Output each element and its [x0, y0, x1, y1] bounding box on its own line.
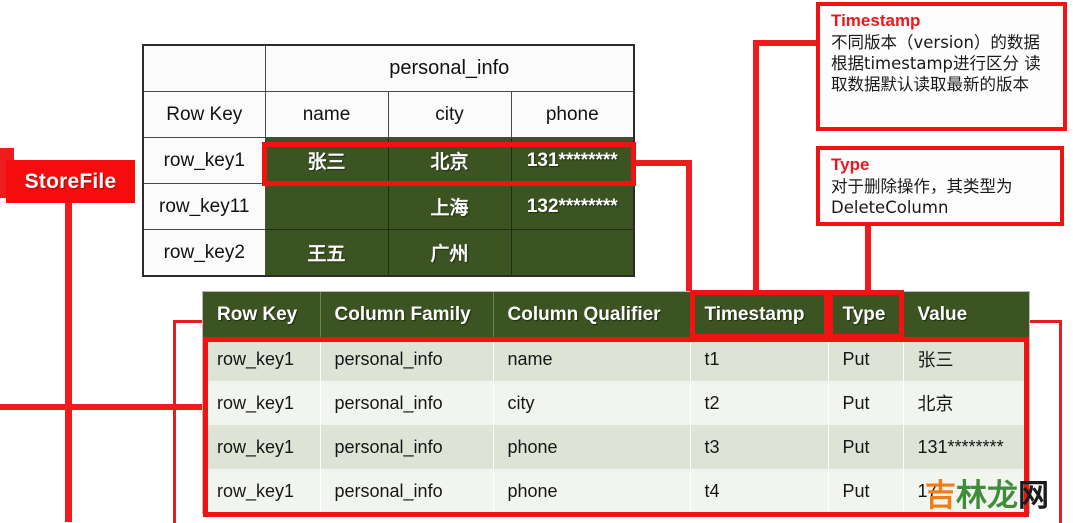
connector-value-bracket-h — [1026, 320, 1062, 323]
top-header-phone: phone — [510, 91, 635, 138]
top-cell-row-key: row_key2 — [142, 229, 266, 277]
top-header-name: name — [264, 91, 389, 138]
top-cell-city: 北京 — [387, 137, 512, 184]
connector-storefile-to-bottom-elbow-v — [173, 320, 176, 523]
top-cell-name: 王五 — [264, 229, 389, 277]
connector-note-timestamp-stem — [753, 40, 759, 295]
connector-note-timestamp-arm — [753, 40, 816, 46]
cell-column-qualifier: phone — [493, 469, 691, 513]
storefile-kv-table: Row Key Column Family Column Qualifier T… — [203, 292, 1029, 513]
annotation-type-title: Type — [831, 155, 870, 174]
cell-timestamp: t1 — [690, 337, 829, 381]
connector-storefile-to-bottom-elbow-h — [173, 320, 207, 323]
top-cell-name — [264, 183, 389, 230]
top-cell-city: 上海 — [387, 183, 512, 230]
connector-toprow-down — [686, 160, 692, 297]
cell-value: 北京 — [903, 381, 1029, 425]
table-row: row_key2 王五 广州 — [142, 229, 635, 277]
cell-column-family: personal_info — [320, 469, 494, 513]
table-row: row_key1 personal_info phone t3 Put 131*… — [203, 425, 1029, 469]
cell-column-qualifier: city — [493, 381, 691, 425]
table-row-header: Row Key name city phone — [142, 91, 635, 138]
table-row-cf-header: personal_info — [142, 44, 635, 92]
top-cell-name: 张三 — [264, 137, 389, 184]
bottom-header-type: Type — [828, 292, 904, 337]
top-cell-city: 广州 — [387, 229, 512, 277]
cell-value: 17 — [903, 469, 1029, 513]
top-header-row-key: Row Key — [142, 91, 266, 138]
annotation-type: Type 对于删除操作，其类型为 DeleteColumn — [816, 146, 1064, 226]
top-header-city: city — [387, 91, 512, 138]
cell-timestamp: t2 — [690, 381, 829, 425]
cell-column-qualifier: name — [493, 337, 691, 381]
annotation-timestamp-body: 不同版本（version）的数据根据timestamp进行区分 读取数据默认读取… — [831, 33, 1041, 94]
bottom-header-column-qualifier: Column Qualifier — [493, 292, 691, 337]
cell-timestamp: t4 — [690, 469, 829, 513]
top-cell-phone: 131******** — [510, 137, 635, 184]
cell-column-family: personal_info — [320, 381, 494, 425]
connector-storefile-stem — [65, 200, 72, 522]
table-row: row_key11 上海 132******** — [142, 183, 635, 230]
cell-row-key: row_key1 — [203, 337, 321, 381]
top-table-corner-cell — [142, 44, 266, 92]
table-row: row_key1 personal_info name t1 Put 张三 — [203, 337, 1029, 381]
bottom-header-value: Value — [903, 292, 1029, 337]
table-row: row_key1 张三 北京 131******** — [142, 137, 635, 184]
table-row-header: Row Key Column Family Column Qualifier T… — [203, 292, 1029, 337]
table-row: row_key1 personal_info phone t4 Put 17 — [203, 469, 1029, 513]
table-row: row_key1 personal_info city t2 Put 北京 — [203, 381, 1029, 425]
column-family-header: personal_info — [264, 44, 635, 92]
storefile-label: StoreFile — [6, 160, 135, 203]
connector-value-bracket-v — [1059, 320, 1062, 523]
annotation-timestamp-title: Timestamp — [831, 11, 921, 30]
cell-value: 张三 — [903, 337, 1029, 381]
connector-storefile-arm-to-bottom-body — [0, 404, 207, 410]
cell-type: Put — [828, 381, 904, 425]
cell-row-key: row_key1 — [203, 381, 321, 425]
cell-timestamp: t3 — [690, 425, 829, 469]
cell-column-family: personal_info — [320, 425, 494, 469]
bottom-header-timestamp: Timestamp — [690, 292, 829, 337]
cell-column-family: personal_info — [320, 337, 494, 381]
cell-type: Put — [828, 425, 904, 469]
connector-toprow-right — [630, 160, 692, 166]
connector-note-type-stem — [865, 222, 871, 296]
cell-column-qualifier: phone — [493, 425, 691, 469]
cell-type: Put — [828, 469, 904, 513]
cell-row-key: row_key1 — [203, 425, 321, 469]
cell-row-key: row_key1 — [203, 469, 321, 513]
top-cell-phone — [510, 229, 635, 277]
top-cell-row-key: row_key1 — [142, 137, 266, 184]
annotation-type-body: 对于删除操作，其类型为 DeleteColumn — [831, 177, 1013, 217]
cell-type: Put — [828, 337, 904, 381]
logical-view-table: personal_info Row Key name city phone ro… — [142, 44, 635, 277]
bottom-header-column-family: Column Family — [320, 292, 494, 337]
cell-value: 131******** — [903, 425, 1029, 469]
diagram-canvas: StoreFile personal_info Row Key name cit… — [0, 0, 1073, 523]
top-cell-phone: 132******** — [510, 183, 635, 230]
annotation-timestamp: Timestamp 不同版本（version）的数据根据timestamp进行区… — [816, 2, 1067, 131]
bottom-header-row-key: Row Key — [203, 292, 321, 337]
top-cell-row-key: row_key11 — [142, 183, 266, 230]
